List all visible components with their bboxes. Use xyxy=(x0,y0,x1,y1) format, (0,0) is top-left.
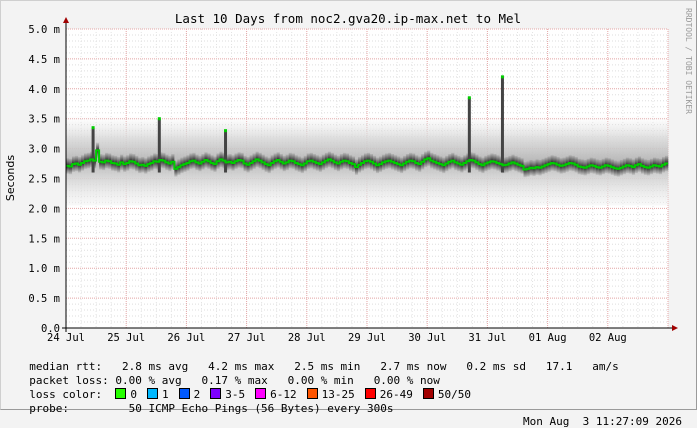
spike-median-point xyxy=(91,126,95,130)
probe-timestamp: Mon Aug 3 11:27:09 2026 xyxy=(523,415,682,428)
smoke-bar xyxy=(616,115,621,206)
x-tick-label: 02 Aug xyxy=(589,332,627,344)
y-tick-label: 2.0 m xyxy=(28,203,60,215)
probe-text: 50 ICMP Echo Pings (56 Bytes) every 300s xyxy=(128,402,394,415)
x-tick-label: 24 Jul xyxy=(47,332,85,344)
spike-bar xyxy=(91,127,95,173)
y-tick-label: 4.5 m xyxy=(28,54,60,66)
x-tick-label: 01 Aug xyxy=(529,332,567,344)
spike-median-point xyxy=(157,117,161,121)
y-tick-label: 3.0 m xyxy=(28,144,60,156)
y-tick-label: 2.5 m xyxy=(28,174,60,186)
probe-label: probe: xyxy=(29,402,69,415)
x-tick-label: 26 Jul xyxy=(167,332,205,344)
spike-bar xyxy=(224,130,228,173)
y-axis-label: Seconds xyxy=(4,155,17,201)
y-tick-label: 3.5 m xyxy=(28,114,60,126)
spike-median-point xyxy=(224,129,228,133)
y-axis-arrow xyxy=(63,17,69,23)
y-tick-label: 1.0 m xyxy=(28,263,60,275)
rtt-am-unit: am/s xyxy=(592,360,619,373)
y-axis-ticks: 0.00.5 m1.0 m1.5 m2.0 m2.5 m3.0 m3.5 m4.… xyxy=(28,24,60,335)
rtt-sd: 0.2 ms sd xyxy=(466,360,527,373)
x-axis-arrow xyxy=(672,325,678,331)
x-axis-ticks: 24 Jul 25 Jul 26 Jul 27 Jul 28 Jul 29 Jul 30 J… xyxy=(47,332,627,344)
y-tick-label: 1.5 m xyxy=(28,233,60,245)
probe-row: probe: 50 ICMP Echo Pings (56 Bytes) eve… xyxy=(16,389,682,428)
smoke-bar xyxy=(523,115,527,206)
spike-bar xyxy=(500,76,504,173)
rtt-am: 17.1 xyxy=(545,360,573,373)
smoke-bar xyxy=(174,115,178,206)
spike-bar xyxy=(157,118,161,173)
chart-title: Last 10 Days from noc2.gva20.ip-max.net … xyxy=(175,11,521,26)
latency-chart: 0.00.5 m1.0 m1.5 m2.0 m2.5 m3.0 m3.5 m4.… xyxy=(4,8,693,344)
x-tick-label: 25 Jul xyxy=(107,332,145,344)
spike-median-point xyxy=(467,96,471,100)
y-tick-label: 5.0 m xyxy=(28,24,60,36)
x-tick-label: 31 Jul xyxy=(468,332,506,344)
x-tick-label: 28 Jul xyxy=(288,332,326,344)
x-tick-label: 30 Jul xyxy=(408,332,446,344)
y-tick-label: 0.5 m xyxy=(28,293,60,305)
smoke-bar xyxy=(526,115,530,206)
spike-median-point xyxy=(500,75,504,79)
x-tick-label: 29 Jul xyxy=(348,332,386,344)
x-tick-label: 27 Jul xyxy=(228,332,266,344)
y-tick-label: 4.0 m xyxy=(28,84,60,96)
rrdtool-watermark: RRDTOOL / TOBI OETIKER xyxy=(684,8,693,114)
